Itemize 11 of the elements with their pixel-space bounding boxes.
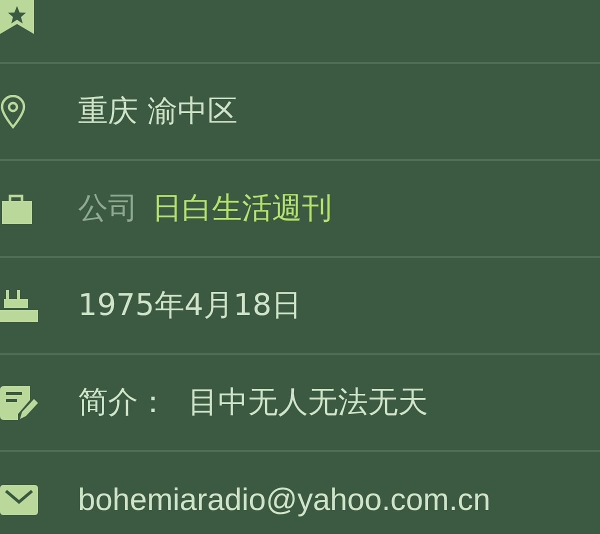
birthday-text: 1975年4月18日 [78,287,302,325]
bio-text: 目中无人无法无天 [188,384,428,422]
briefcase-icon [0,192,32,224]
field-label: 公司 [78,190,138,228]
bookmark-star-icon[interactable] [0,0,34,34]
company-link[interactable]: 日白生活週刊 [152,188,332,229]
email-text: bohemiaradio@yahoo.com.cn [78,482,490,518]
cake-icon [0,290,38,322]
location-pin-icon [0,94,26,128]
field-label: 简介： [78,384,168,422]
location-text: 重庆 渝中区 [78,93,238,131]
